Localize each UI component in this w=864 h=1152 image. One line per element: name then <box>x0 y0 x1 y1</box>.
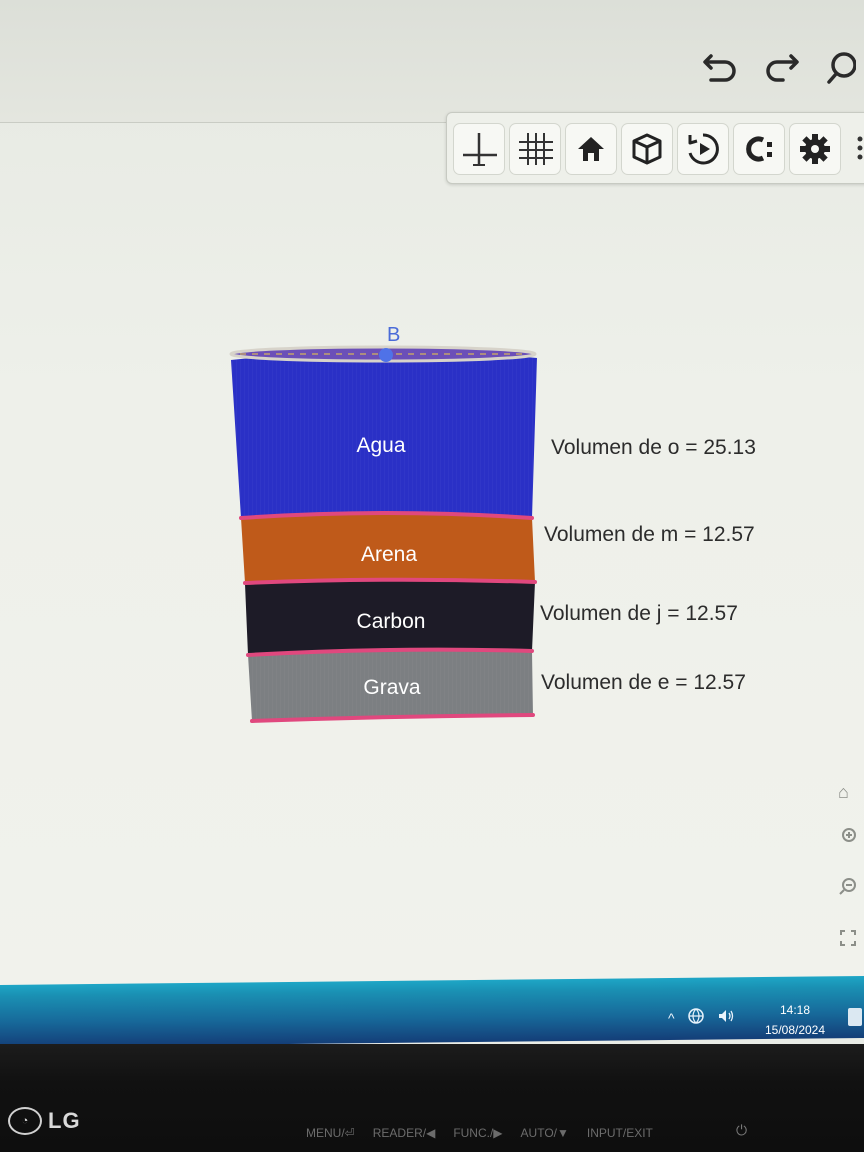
monitor-buttons: MENU/⏎ READER/◀ FUNC./▶ AUTO/▼ INPUT/EXI… <box>306 1126 653 1140</box>
point-b <box>379 348 393 362</box>
layer-label-carbon: Carbon <box>356 610 426 633</box>
volume-text-o: Volumen de o = 25.13 <box>551 436 756 459</box>
volume-text-e: Volumen de e = 12.57 <box>541 671 746 694</box>
search-icon <box>827 52 856 84</box>
layer-label-agua: Agua <box>356 434 406 457</box>
monitor-button-reader[interactable]: READER/◀ <box>373 1126 436 1140</box>
3d-view-button[interactable] <box>621 123 673 175</box>
layer-label-arena: Arena <box>360 543 418 566</box>
network-icon[interactable] <box>687 1007 705 1028</box>
taskbar-clock[interactable]: 14:18 15/08/2024 <box>754 1000 836 1040</box>
monitor-button-menu[interactable]: MENU/⏎ <box>306 1126 355 1140</box>
monitor-brand: ◔ LG <box>8 1107 81 1135</box>
home-view-button[interactable] <box>565 123 617 175</box>
clock-time: 14:18 <box>779 1003 811 1017</box>
redo-button[interactable] <box>758 45 804 91</box>
clock-date: 15/08/2024 <box>764 1023 826 1037</box>
point-b-label: B <box>387 324 401 346</box>
rotate-play-icon <box>688 133 719 165</box>
undo-button[interactable] <box>698 45 744 91</box>
search-button[interactable] <box>818 45 864 91</box>
fullscreen-icon[interactable] <box>838 928 862 952</box>
clipping-icon <box>746 136 772 162</box>
zoom-out-icon[interactable] <box>838 876 862 900</box>
cube-icon <box>632 133 662 165</box>
clipping-button[interactable] <box>733 123 785 175</box>
graphics-toolbar <box>446 112 864 184</box>
graphics-view[interactable]: B Agua Arena Carbon Grava Volumen de o =… <box>0 182 864 992</box>
grid-icon <box>519 133 553 165</box>
redo-icon <box>766 54 799 82</box>
chevron-up-icon[interactable]: ^ <box>668 1010 675 1026</box>
notification-icon[interactable] <box>848 1008 862 1026</box>
axes-toggle-button[interactable] <box>453 123 505 175</box>
monitor-button-func[interactable]: FUNC./▶ <box>453 1126 502 1140</box>
geogebra-app: B Agua Arena Carbon Grava Volumen de o =… <box>0 0 864 1000</box>
app-header <box>0 0 864 123</box>
volume-text-m: Volumen de m = 12.57 <box>544 523 755 546</box>
stacked-cylinder[interactable] <box>0 182 864 992</box>
home-icon <box>578 137 604 161</box>
zoom-in-icon[interactable] <box>838 826 862 850</box>
monitor-button-auto[interactable]: AUTO/▼ <box>521 1126 569 1140</box>
volume-text-j: Volumen de j = 12.57 <box>540 602 738 625</box>
more-menu-icon[interactable] <box>857 135 863 161</box>
gear-icon <box>800 134 830 164</box>
system-tray: ^ <box>668 1007 735 1028</box>
monitor-button-input[interactable]: INPUT/EXIT <box>587 1126 653 1140</box>
undo-icon <box>703 54 736 82</box>
rotate-view-button[interactable] <box>677 123 729 175</box>
grid-toggle-button[interactable] <box>509 123 561 175</box>
brand-text: LG <box>48 1108 81 1133</box>
lg-logo-icon: ◔ <box>8 1107 42 1135</box>
header-actions <box>698 40 864 96</box>
layer-label-grava: Grava <box>363 676 421 699</box>
axes-icon <box>463 133 497 166</box>
power-button-icon[interactable]: ⏻ <box>736 1122 747 1139</box>
settings-button[interactable] <box>789 123 841 175</box>
volume-icon[interactable] <box>717 1007 735 1028</box>
home-small-icon[interactable]: ⌂ <box>838 782 862 806</box>
